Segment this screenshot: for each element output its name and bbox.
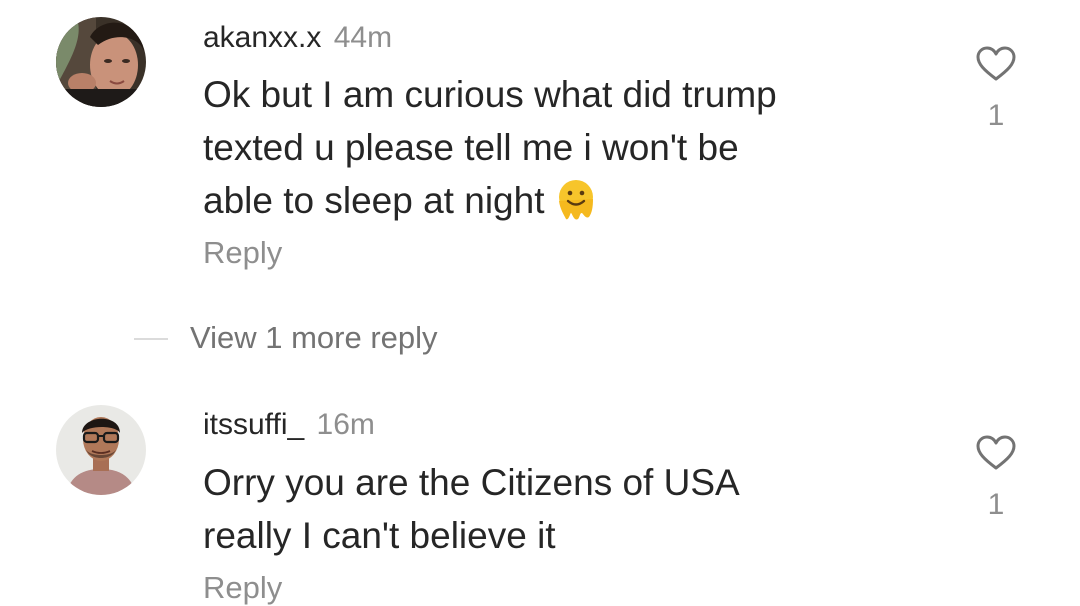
- avatar[interactable]: [56, 17, 146, 107]
- timestamp: 16m: [316, 408, 375, 441]
- heart-outline-icon[interactable]: [976, 435, 1016, 471]
- view-more-replies-label: View 1 more reply: [190, 320, 438, 355]
- timestamp: 44m: [333, 21, 393, 54]
- comment-text-line: Ok but I am curious what did trump: [203, 74, 777, 115]
- melting-face-emoji-icon: [556, 179, 596, 235]
- comment-text-line: texted u please tell me i won't be: [203, 127, 739, 168]
- like-count: 1: [987, 99, 1005, 132]
- reply-button[interactable]: Reply: [203, 233, 282, 273]
- comment-text-line-with-emoji: able to sleep at night: [203, 174, 923, 235]
- comment-header: itssuffi_ 16m: [203, 405, 375, 445]
- divider-line: [134, 338, 168, 340]
- comment-text: Orry you are the Citizens of USA really …: [203, 456, 923, 562]
- username[interactable]: itssuffi_: [203, 408, 304, 441]
- like-count: 1: [987, 488, 1005, 521]
- heart-outline-icon[interactable]: [976, 46, 1016, 82]
- comments-screen: akanxx.x 44m Ok but I am curious what di…: [0, 0, 1080, 606]
- comment-text-line: Orry you are the Citizens of USA: [203, 462, 740, 503]
- avatar-image: [56, 17, 146, 107]
- comment-text: Ok but I am curious what did trump texte…: [203, 68, 923, 235]
- avatar[interactable]: [56, 405, 146, 495]
- comment-header: akanxx.x 44m: [203, 18, 392, 58]
- username[interactable]: akanxx.x: [203, 21, 321, 54]
- comment-text-line: really I can't believe it: [203, 515, 556, 556]
- avatar-image: [56, 405, 146, 495]
- comment-text-line: able to sleep at night: [203, 180, 545, 221]
- reply-button[interactable]: Reply: [203, 568, 282, 606]
